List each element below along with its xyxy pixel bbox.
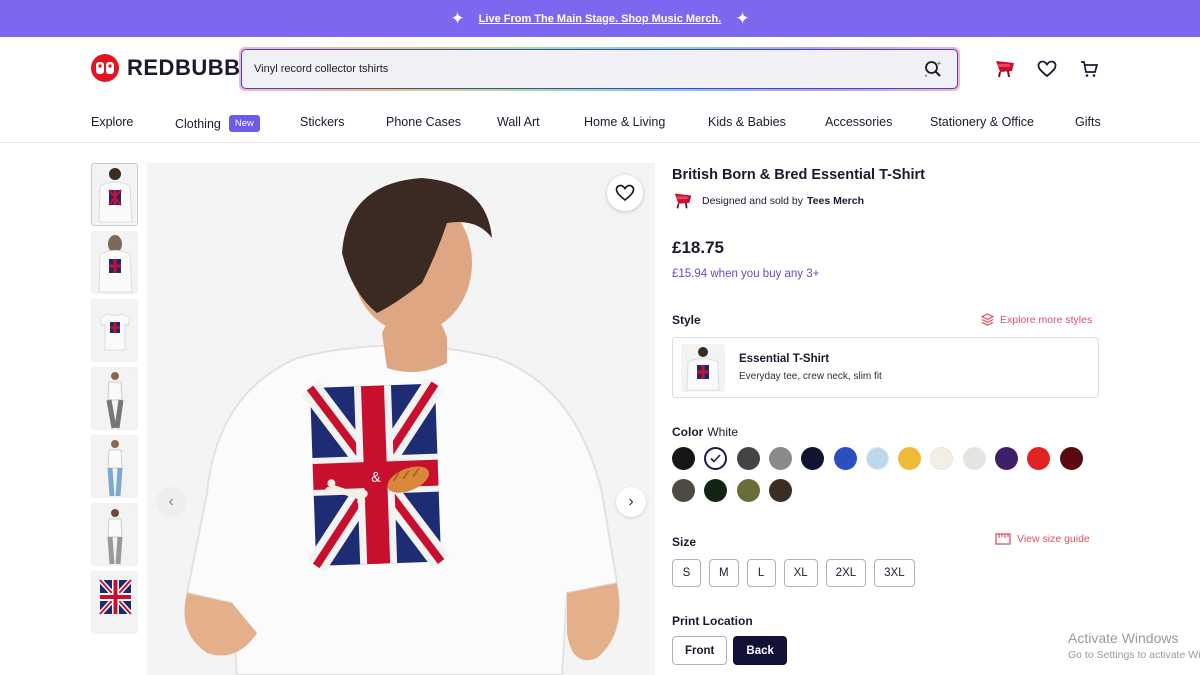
seller-avatar-icon	[674, 193, 692, 209]
size-selector: S M L XL 2XL 3XL	[672, 559, 915, 587]
style-name: Essential T-Shirt	[739, 353, 830, 365]
thumbnail-image[interactable]	[91, 367, 138, 430]
thumbnail-image[interactable]	[91, 435, 138, 498]
search-icon[interactable]	[921, 57, 945, 81]
style-thumbnail	[681, 343, 725, 392]
print-location-label: Print Location	[672, 614, 753, 628]
chevron-left-icon: ‹	[168, 493, 174, 510]
seller-name-link[interactable]: Tees Merch	[807, 195, 864, 207]
thumbnail-gallery	[91, 163, 139, 639]
layers-icon	[981, 313, 994, 326]
seller-prefix: Designed and sold by	[702, 195, 803, 207]
color-swatch[interactable]	[898, 447, 922, 470]
account-avatar-icon[interactable]	[993, 57, 1017, 81]
nav-item-accessories[interactable]: Accessories	[825, 115, 892, 129]
color-swatch[interactable]	[768, 479, 792, 502]
seller-info: Designed and sold by Tees Merch	[672, 190, 864, 212]
thumbnail-image[interactable]	[91, 503, 138, 566]
sparkle-icon: ✦	[450, 9, 465, 28]
thumbnail-image[interactable]	[91, 231, 138, 294]
color-swatch[interactable]	[768, 447, 792, 470]
color-swatch[interactable]	[1027, 447, 1051, 470]
product-price: £18.75	[672, 238, 724, 257]
size-option[interactable]: XL	[783, 559, 818, 587]
thumbnail-image[interactable]	[91, 299, 138, 362]
color-label: Color White	[672, 425, 739, 439]
category-nav: Explore Clothing New Stickers Phone Cases…	[0, 103, 1200, 143]
size-option[interactable]: L	[746, 559, 776, 587]
promo-banner: ✦ Live From The Main Stage. Shop Music M…	[0, 0, 1200, 37]
color-swatch[interactable]	[833, 447, 857, 470]
windows-activation-watermark: Activate Windows Go to Settings to activ…	[1068, 630, 1200, 661]
print-location-back[interactable]: Back	[733, 636, 787, 665]
size-option[interactable]: 3XL	[874, 559, 915, 587]
style-label: Style	[672, 313, 701, 327]
product-title: British Born & Bred Essential T-Shirt	[672, 167, 925, 183]
color-swatch[interactable]	[704, 447, 728, 470]
ruler-icon	[995, 533, 1011, 545]
color-swatch[interactable]	[801, 447, 825, 470]
nav-item-explore[interactable]: Explore	[91, 115, 133, 129]
size-label: Size	[672, 535, 697, 549]
color-swatch[interactable]	[736, 447, 760, 470]
nav-item-gifts[interactable]: Gifts	[1075, 115, 1101, 129]
svg-text:&: &	[371, 469, 382, 485]
color-swatch[interactable]	[962, 447, 986, 470]
style-card[interactable]: Essential T-Shirt Everyday tee, crew nec…	[672, 337, 1099, 398]
logo-mark-icon	[91, 54, 119, 82]
site-header: REDBUBBLE	[0, 37, 1200, 103]
nav-item-stickers[interactable]: Stickers	[300, 115, 344, 129]
size-option[interactable]: 2XL	[825, 559, 867, 587]
next-image-button[interactable]: ›	[616, 487, 646, 517]
color-swatch[interactable]	[672, 479, 695, 502]
selected-color-name: White	[707, 425, 739, 439]
nav-item-phone-cases[interactable]: Phone Cases	[386, 115, 461, 129]
nav-item-wall-art[interactable]: Wall Art	[497, 115, 540, 129]
previous-image-button[interactable]: ‹	[156, 487, 186, 517]
explore-styles-link[interactable]: Explore more styles	[981, 313, 1092, 326]
heart-icon[interactable]	[1035, 57, 1059, 81]
size-option[interactable]: S	[672, 559, 701, 587]
nav-item-home-living[interactable]: Home & Living	[584, 115, 665, 129]
nav-item-kids-babies[interactable]: Kids & Babies	[708, 115, 786, 129]
product-main-image: &	[147, 163, 655, 675]
thumbnail-image[interactable]	[91, 163, 138, 226]
color-swatch[interactable]	[672, 447, 695, 470]
color-swatch[interactable]	[930, 447, 954, 470]
nav-item-stationery-office[interactable]: Stationery & Office	[930, 115, 1034, 129]
new-badge: New	[228, 115, 260, 132]
color-swatch[interactable]	[995, 447, 1018, 470]
color-swatch[interactable]	[736, 479, 760, 502]
nav-item-clothing[interactable]: Clothing New	[175, 115, 260, 132]
bulk-discount-text: £15.94 when you buy any 3+	[672, 268, 820, 280]
search-input[interactable]	[254, 63, 921, 75]
print-location-selector: Front Back	[672, 636, 787, 665]
thumbnail-image[interactable]	[91, 571, 138, 634]
style-description: Everyday tee, crew neck, slim fit	[739, 371, 882, 382]
color-swatch[interactable]	[704, 479, 728, 502]
checkmark-icon	[710, 454, 721, 463]
sparkle-icon: ✦	[735, 9, 750, 28]
size-option[interactable]: M	[709, 559, 739, 587]
color-swatch[interactable]	[1059, 447, 1083, 470]
promo-link[interactable]: Live From The Main Stage. Shop Music Mer…	[479, 13, 722, 25]
size-guide-link[interactable]: View size guide	[995, 533, 1090, 545]
print-location-front[interactable]: Front	[672, 636, 728, 665]
chevron-right-icon: ›	[628, 493, 634, 510]
search-bar	[239, 47, 960, 91]
color-swatch[interactable]	[865, 447, 889, 470]
cart-icon[interactable]	[1077, 57, 1101, 81]
favorite-button[interactable]	[607, 175, 643, 211]
